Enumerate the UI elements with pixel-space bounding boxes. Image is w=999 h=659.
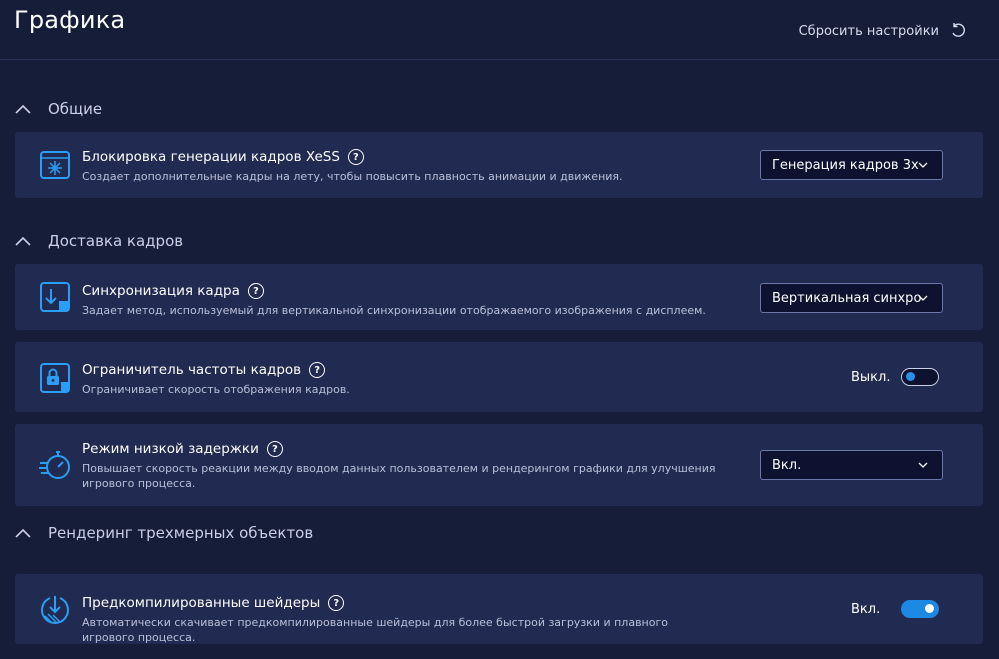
precompiled-shaders-toggle-group: Вкл. xyxy=(851,600,939,618)
low-latency-select[interactable]: Вкл. xyxy=(760,450,943,480)
section-general-label: Общие xyxy=(48,100,103,118)
setting-title-text: Режим низкой задержки xyxy=(82,441,259,457)
setting-text-frame-sync: Синхронизация кадра ? Задает метод, испо… xyxy=(82,283,723,318)
frame-sync-select[interactable]: Вертикальная синхро xyxy=(760,283,943,313)
setting-desc-frame-limiter: Ограничивает скорость отображения кадров… xyxy=(82,383,350,396)
setting-text-xess: Блокировка генерации кадров XeSS ? Созда… xyxy=(82,149,723,184)
setting-desc-low-latency: Повышает скорость реакции между вводом д… xyxy=(82,462,716,490)
setting-card-xess: Блокировка генерации кадров XeSS ? Созда… xyxy=(15,132,983,198)
section-3d-rendering-header[interactable]: Рендеринг трехмерных объектов xyxy=(14,524,313,542)
shader-download-icon xyxy=(41,596,69,624)
setting-text-frame-limiter: Ограничитель частоты кадров ? Ограничива… xyxy=(82,362,723,397)
setting-title-xess: Блокировка генерации кадров XeSS ? xyxy=(82,149,723,165)
setting-card-precompiled-shaders: Предкомпилированные шейдеры ? Автоматиче… xyxy=(15,574,983,644)
page-title: Графика xyxy=(14,6,126,34)
setting-card-frame-sync: Синхронизация кадра ? Задает метод, испо… xyxy=(15,264,983,330)
setting-desc-xess: Создает дополнительные кадры на лету, чт… xyxy=(82,170,623,183)
low-latency-icon xyxy=(39,451,70,479)
reset-icon xyxy=(952,23,965,37)
header: Графика Сбросить настройки xyxy=(0,0,999,60)
help-icon[interactable]: ? xyxy=(309,362,326,378)
reset-label: Сбросить настройки xyxy=(798,23,939,39)
chevron-up-icon xyxy=(15,236,31,246)
dropdown-value: Вкл. xyxy=(772,457,802,473)
setting-title-text: Блокировка генерации кадров XeSS xyxy=(82,149,340,165)
help-icon[interactable]: ? xyxy=(347,149,364,165)
frame-generation-icon xyxy=(40,151,70,179)
setting-desc-frame-sync: Задает метод, используемый для вертикаль… xyxy=(82,304,706,317)
setting-text-low-latency: Режим низкой задержки ? Повышает скорост… xyxy=(82,441,723,491)
section-3d-rendering-label: Рендеринг трехмерных объектов xyxy=(48,524,314,542)
setting-title-frame-sync: Синхронизация кадра ? xyxy=(82,283,723,299)
frame-limiter-toggle[interactable] xyxy=(901,368,939,386)
chevron-down-icon xyxy=(918,162,928,168)
help-icon[interactable]: ? xyxy=(247,283,264,299)
graphics-settings-page: Графика Сбросить настройки Общие Блокиро… xyxy=(0,0,999,659)
help-icon[interactable]: ? xyxy=(266,441,283,457)
setting-title-text: Синхронизация кадра xyxy=(82,283,240,299)
setting-title-frame-limiter: Ограничитель частоты кадров ? xyxy=(82,362,723,378)
section-frame-delivery-label: Доставка кадров xyxy=(48,232,184,250)
chevron-up-icon xyxy=(15,528,31,538)
dropdown-value: Вертикальная синхро xyxy=(772,290,922,306)
setting-text-precompiled-shaders: Предкомпилированные шейдеры ? Автоматиче… xyxy=(82,595,723,645)
chevron-down-icon xyxy=(918,462,928,468)
xess-frame-gen-select[interactable]: Генерация кадров 3x xyxy=(760,150,943,180)
dropdown-value: Генерация кадров 3x xyxy=(772,157,919,173)
section-general-header[interactable]: Общие xyxy=(14,100,102,118)
frame-sync-icon xyxy=(40,282,70,312)
toggle-knob xyxy=(925,604,934,613)
frame-limiter-icon xyxy=(40,363,70,393)
section-frame-delivery-header[interactable]: Доставка кадров xyxy=(14,232,183,250)
reset-settings-button[interactable]: Сбросить настройки xyxy=(799,22,967,40)
chevron-down-icon xyxy=(918,295,928,301)
toggle-knob xyxy=(906,372,915,381)
toggle-state-label: Выкл. xyxy=(851,369,891,385)
setting-title-precompiled-shaders: Предкомпилированные шейдеры ? xyxy=(82,595,723,611)
toggle-state-label: Вкл. xyxy=(851,601,881,617)
setting-card-low-latency: Режим низкой задержки ? Повышает скорост… xyxy=(15,424,983,506)
precompiled-shaders-toggle[interactable] xyxy=(901,600,939,618)
setting-title-text: Предкомпилированные шейдеры xyxy=(82,595,321,611)
chevron-up-icon xyxy=(15,104,31,114)
setting-card-frame-limiter: Ограничитель частоты кадров ? Ограничива… xyxy=(15,342,983,412)
help-icon[interactable]: ? xyxy=(328,595,345,611)
setting-title-text: Ограничитель частоты кадров xyxy=(82,362,302,378)
frame-limiter-toggle-group: Выкл. xyxy=(851,368,939,386)
setting-desc-precompiled-shaders: Автоматически скачивает предкомпилирован… xyxy=(82,616,668,644)
setting-title-low-latency: Режим низкой задержки ? xyxy=(82,441,723,457)
